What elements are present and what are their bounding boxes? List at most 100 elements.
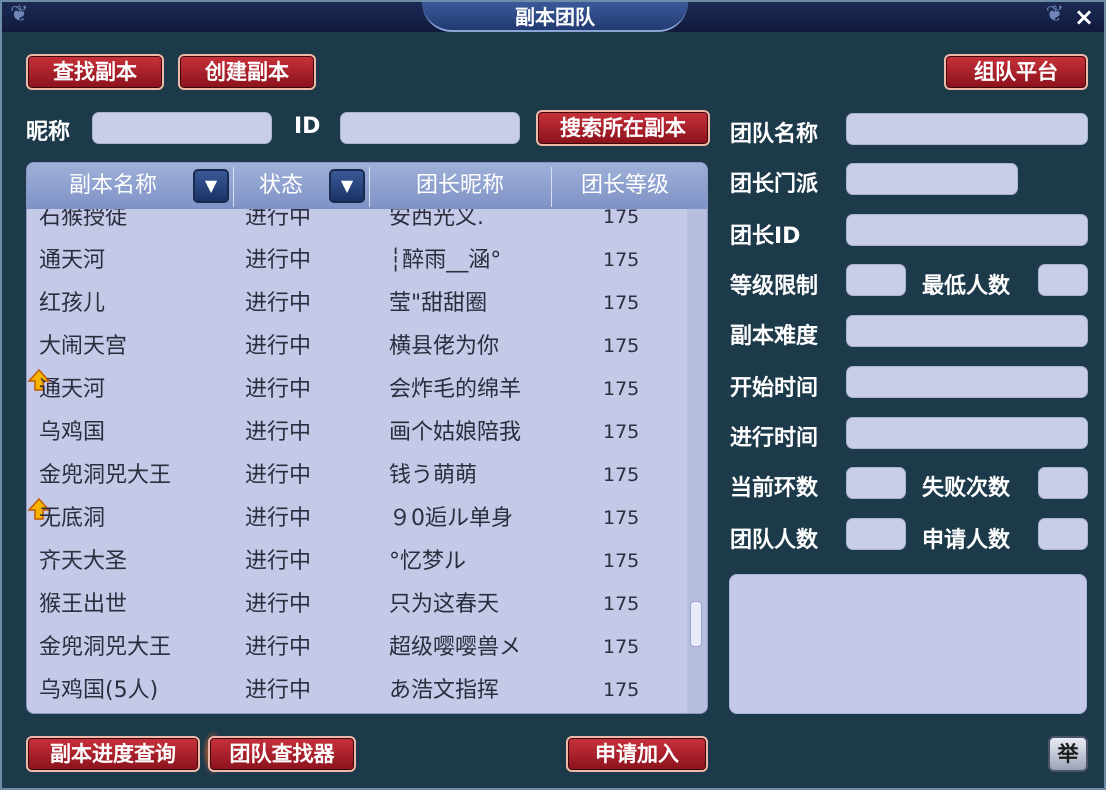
elapsed-time-field — [846, 417, 1088, 449]
header-leader-nickname: 团长昵称 — [415, 173, 504, 198]
leader-id-label: 团长ID — [730, 224, 801, 249]
row-level: 175 — [603, 464, 640, 486]
fail-count-field — [1038, 467, 1088, 499]
level-limit-field — [846, 264, 906, 296]
team-name-field — [846, 113, 1088, 145]
min-members-label: 最低人数 — [922, 274, 1011, 299]
team-name-label: 团队名称 — [730, 122, 819, 147]
difficulty-field — [846, 315, 1088, 347]
row-instance-name: 大闹天宫 — [39, 334, 128, 359]
id-label: ID — [294, 114, 321, 139]
row-level: 175 — [603, 636, 640, 658]
table-row[interactable]: 金兜洞兕大王 进行中 钱う萌萌 175 — [27, 454, 687, 497]
row-leader: 莹"甜甜圈 — [389, 291, 488, 316]
row-level: 175 — [603, 249, 640, 271]
search-instance-button[interactable]: 搜索所在副本 — [536, 110, 710, 146]
row-status: 进行中 — [245, 248, 312, 273]
elapsed-time-label: 进行时间 — [730, 426, 819, 451]
leader-school-label: 团长门派 — [730, 172, 819, 197]
team-description-box — [729, 574, 1087, 714]
instance-progress-button[interactable]: 副本进度查询 — [26, 736, 200, 772]
current-round-field — [846, 467, 906, 499]
row-instance-name: 金兜洞兕大王 — [39, 635, 172, 660]
row-leader: 钱う萌萌 — [389, 463, 478, 488]
corner-ornament-left-icon: ❦ — [10, 2, 29, 27]
row-status: 进行中 — [245, 592, 312, 617]
row-level: 175 — [603, 593, 640, 615]
row-status: 进行中 — [245, 549, 312, 574]
difficulty-label: 副本难度 — [730, 324, 819, 349]
name-filter-chevron-down-icon[interactable]: ▼ — [193, 169, 229, 203]
row-leader: 超级嘤嘤兽メ — [389, 635, 522, 660]
team-size-field — [846, 518, 906, 550]
row-leader: 会炸毛的绵羊 — [389, 377, 522, 402]
row-level: 175 — [603, 507, 640, 529]
row-leader: あ浩文指挥 — [389, 678, 500, 703]
row-status: 进行中 — [245, 635, 312, 660]
row-instance-name: 通天河 — [39, 377, 106, 402]
title-bar: ❦ 副本团队 ❦ × — [2, 2, 1104, 32]
team-platform-button[interactable]: 组队平台 — [944, 54, 1088, 90]
table-row[interactable]: 乌鸡国(5人) 进行中 あ浩文指挥 175 — [27, 669, 687, 712]
row-level: 175 — [603, 550, 640, 572]
row-status: 进行中 — [245, 420, 312, 445]
row-level: 175 — [603, 679, 640, 701]
level-limit-label: 等级限制 — [730, 274, 819, 299]
row-status: 进行中 — [245, 209, 312, 230]
table-row[interactable]: 无底洞 进行中 ９0逅ル单身 175 — [27, 497, 687, 540]
row-leader: ┆醉雨__涵° — [389, 248, 502, 273]
table-row[interactable]: 乌鸡国 进行中 画个姑娘陪我 175 — [27, 411, 687, 454]
current-round-label: 当前环数 — [730, 476, 819, 501]
table-row[interactable]: 通天河 进行中 ┆醉雨__涵° 175 — [27, 239, 687, 282]
list-rows: 石猴授徒 进行中 安西光义. 175 通天河 进行中 ┆醉雨__涵° 175 红… — [27, 209, 687, 713]
row-instance-name: 石猴授徒 — [39, 209, 128, 230]
window-title: 副本团队 — [422, 2, 688, 32]
header-instance-name: 副本名称 — [68, 173, 157, 198]
table-row[interactable]: 红孩儿 进行中 莹"甜甜圈 175 — [27, 282, 687, 325]
applicants-field — [1038, 518, 1088, 550]
table-row[interactable]: 大闹天宫 进行中 横县佬为你 175 — [27, 325, 687, 368]
row-status: 进行中 — [245, 463, 312, 488]
applicants-label: 申请人数 — [922, 528, 1011, 553]
team-finder-button[interactable]: 团队查找器 — [208, 736, 356, 772]
row-level: 175 — [603, 209, 640, 228]
list-scroll-thumb[interactable] — [690, 601, 702, 647]
row-status: 进行中 — [245, 678, 312, 703]
fail-count-label: 失败次数 — [922, 476, 1011, 501]
find-instance-button[interactable]: 查找副本 — [26, 54, 164, 90]
header-leader-level: 团长等级 — [580, 173, 669, 198]
row-instance-name: 乌鸡国(5人) — [39, 678, 159, 703]
row-leader: °忆梦ル — [389, 549, 467, 574]
nickname-label: 昵称 — [26, 120, 71, 145]
id-input[interactable] — [340, 112, 520, 144]
row-status: 进行中 — [245, 291, 312, 316]
row-instance-name: 通天河 — [39, 248, 106, 273]
status-filter-chevron-down-icon[interactable]: ▼ — [329, 169, 365, 203]
row-instance-name: 无底洞 — [39, 506, 106, 531]
corner-ornament-right-icon: ❦ — [1045, 2, 1064, 27]
row-leader: 横县佬为你 — [389, 334, 500, 359]
start-time-label: 开始时间 — [730, 376, 819, 401]
row-status: 进行中 — [245, 377, 312, 402]
row-leader: ９0逅ル单身 — [389, 506, 513, 531]
table-row[interactable]: 猴王出世 进行中 只为这春天 175 — [27, 583, 687, 626]
nickname-input[interactable] — [92, 112, 272, 144]
row-level: 175 — [603, 335, 640, 357]
row-level: 175 — [603, 292, 640, 314]
leader-school-field — [846, 163, 1018, 195]
instance-team-window: ❦ 副本团队 ❦ × 查找副本 创建副本 组队平台 昵称 ID 搜索所在副本 副… — [0, 0, 1106, 790]
close-icon[interactable]: × — [1070, 4, 1098, 30]
table-row[interactable]: 齐天大圣 进行中 °忆梦ル 175 — [27, 540, 687, 583]
row-leader: 只为这春天 — [389, 592, 500, 617]
apply-join-button[interactable]: 申请加入 — [566, 736, 708, 772]
leader-id-field — [846, 214, 1088, 246]
table-row[interactable]: 通天河 进行中 会炸毛的绵羊 175 — [27, 368, 687, 411]
report-button[interactable]: 举 — [1048, 736, 1088, 772]
row-level: 175 — [603, 378, 640, 400]
table-row[interactable]: 金兜洞兕大王 进行中 超级嘤嘤兽メ 175 — [27, 626, 687, 669]
row-instance-name: 金兜洞兕大王 — [39, 463, 172, 488]
row-status: 进行中 — [245, 334, 312, 359]
list-header: 副本名称 ▼ 状态 ▼ 团长昵称 团长等级 — [27, 163, 707, 209]
table-row[interactable]: 石猴授徒 进行中 安西光义. 175 — [27, 209, 687, 239]
create-instance-button[interactable]: 创建副本 — [178, 54, 316, 90]
